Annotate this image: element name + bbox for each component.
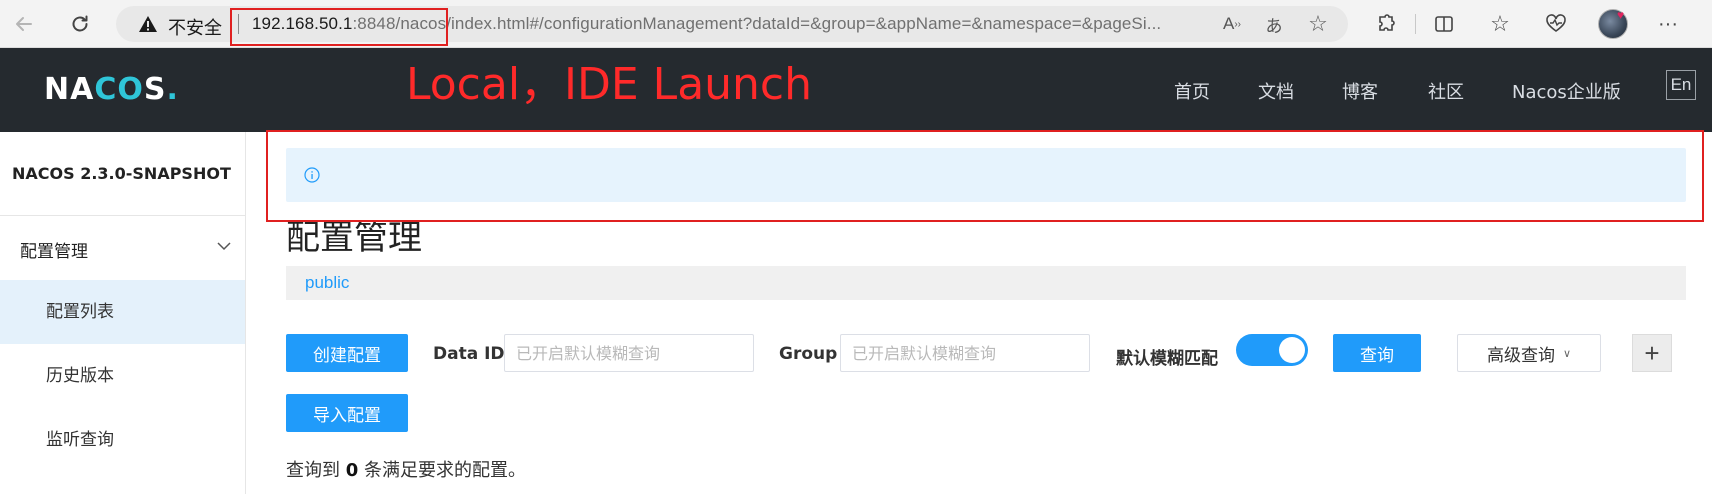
nacos-logo[interactable]: NACOS.	[44, 72, 179, 107]
chevron-down-icon[interactable]	[216, 238, 232, 254]
sidebar-group-config-management[interactable]: 配置管理	[20, 237, 88, 262]
logo-accent: CO	[94, 72, 144, 107]
fuzzy-match-label: 默认模糊匹配	[1116, 349, 1218, 369]
app-header: NACOS. 首页 文档 博客 社区 Nacos企业版 En	[0, 48, 1712, 132]
sidebar-item-config-list[interactable]: 配置列表	[0, 280, 245, 344]
logo-part: S	[143, 72, 167, 107]
advanced-query-label: 高级查询	[1486, 345, 1555, 366]
annotation-box-url	[230, 8, 448, 46]
result-suffix: 条满足要求的配置。	[364, 460, 526, 481]
result-count: 0	[345, 460, 359, 481]
fuzzy-match-toggle[interactable]	[1236, 334, 1308, 366]
query-button[interactable]: 查询	[1333, 334, 1421, 372]
group-label: Group	[779, 344, 838, 364]
sidebar-divider	[0, 215, 245, 216]
more-icon[interactable]: ···	[1652, 8, 1684, 40]
profile-avatar[interactable]: ♥	[1598, 8, 1628, 39]
logo-part: NA	[44, 72, 95, 107]
favorite-star-icon[interactable]: ☆	[1306, 11, 1330, 36]
read-aloud-icon[interactable]: A ››	[1220, 12, 1244, 36]
logo-dot: .	[166, 72, 179, 107]
advanced-query-button[interactable]: 高级查询 ∨	[1457, 334, 1601, 372]
url-path: :8848/nacos/index.html#/configurationMan…	[352, 14, 1162, 33]
sidebar-item-listening-query[interactable]: 监听查询	[0, 408, 245, 472]
sidebar: NACOS 2.3.0-SNAPSHOT 配置管理 配置列表 历史版本 监听查询	[0, 132, 246, 494]
nav-community[interactable]: 社区	[1428, 78, 1464, 104]
namespace-public-link[interactable]: public	[305, 273, 349, 293]
group-input[interactable]	[840, 334, 1090, 372]
data-id-label: Data ID	[433, 344, 505, 364]
data-id-input[interactable]	[504, 334, 754, 372]
namespace-bar: public	[286, 266, 1686, 300]
insecure-label[interactable]: 不安全	[168, 14, 222, 40]
nav-blog[interactable]: 博客	[1342, 78, 1378, 104]
annotation-text: Local，IDE Launch	[406, 59, 813, 110]
nav-enterprise[interactable]: Nacos企业版	[1512, 78, 1621, 104]
back-icon[interactable]	[8, 8, 40, 40]
version-label: NACOS 2.3.0-SNAPSHOT	[12, 164, 231, 183]
nav-docs[interactable]: 文档	[1258, 78, 1294, 104]
result-summary: 查询到 0 条满足要求的配置。	[286, 456, 526, 482]
refresh-icon[interactable]	[64, 8, 96, 40]
toggle-knob	[1279, 337, 1305, 363]
create-config-button[interactable]: 创建配置	[286, 334, 408, 372]
chevron-down-icon: ∨	[1562, 346, 1572, 360]
language-switch-button[interactable]: En	[1666, 70, 1696, 100]
toolbar-divider	[1415, 14, 1416, 34]
import-config-button[interactable]: 导入配置	[286, 394, 408, 432]
heart-badge-icon: ♥	[1617, 8, 1625, 22]
favorites-icon[interactable]: ☆	[1484, 8, 1516, 40]
health-icon[interactable]	[1540, 8, 1572, 40]
annotation-box-notice	[266, 130, 1704, 222]
translate-icon[interactable]: あ	[1262, 12, 1286, 36]
extensions-icon[interactable]	[1370, 8, 1402, 40]
split-screen-icon[interactable]	[1428, 8, 1460, 40]
warning-icon[interactable]	[138, 15, 158, 33]
add-button[interactable]: +	[1632, 334, 1672, 372]
result-prefix: 查询到	[286, 460, 340, 481]
nav-home[interactable]: 首页	[1174, 78, 1210, 104]
sidebar-item-history[interactable]: 历史版本	[0, 344, 245, 408]
